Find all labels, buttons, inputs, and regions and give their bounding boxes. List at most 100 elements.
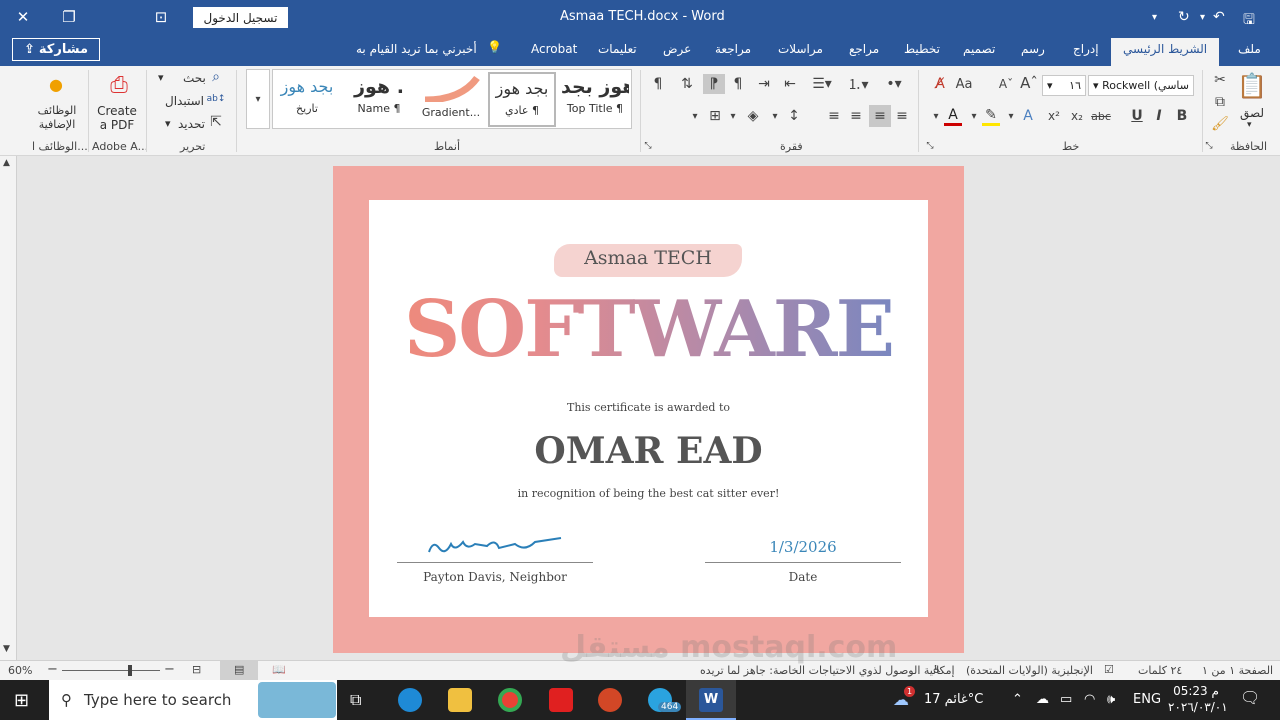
format-painter-icon[interactable]: 🖌	[1211, 116, 1229, 132]
print-layout-view-button[interactable]: ▤	[220, 661, 258, 680]
scroll-up-icon[interactable]: ▲	[3, 158, 10, 168]
zoom-in-icon[interactable]: −	[164, 662, 175, 677]
edge-icon[interactable]	[398, 688, 422, 712]
input-language[interactable]: ENG	[1133, 692, 1161, 707]
find-dropdown-icon[interactable]: ▾	[158, 71, 164, 84]
wifi-icon[interactable]: ◠	[1084, 692, 1095, 707]
highlight-icon[interactable]: ✎	[982, 106, 1000, 126]
qat-customize-icon[interactable]: ▾	[1152, 12, 1157, 23]
tab-design[interactable]: تصميم	[963, 42, 995, 56]
clock[interactable]: م 05:23 ٢٠٢٦/٠٣/٠١	[1168, 683, 1228, 715]
awarded-text[interactable]: This certificate is awarded to	[369, 401, 928, 414]
tab-acrobat[interactable]: Acrobat	[531, 42, 577, 56]
focus-mode-icon[interactable]: ⊟	[192, 663, 201, 676]
signin-button[interactable]: تسجيل الدخول	[193, 7, 288, 28]
strikethrough-icon[interactable]: abc	[1090, 108, 1112, 124]
date-label[interactable]: Date	[705, 570, 901, 584]
style-top-title[interactable]: هوز بجد Top Title ¶	[561, 72, 629, 127]
borders-dropdown-icon[interactable]: ▾	[688, 108, 702, 124]
style-date[interactable]: بجد هوز تاريخ	[273, 72, 341, 127]
save-icon[interactable]: 🖫	[1243, 9, 1255, 33]
volume-icon[interactable]: 🕪	[1107, 692, 1115, 707]
pilcrow-icon[interactable]: ¶	[650, 76, 666, 92]
zoom-percent[interactable]: 60%	[8, 664, 32, 677]
addins-button[interactable]: الوظائف الإضافية	[28, 104, 86, 132]
zoom-slider-thumb[interactable]	[128, 665, 132, 676]
subscript-icon[interactable]: x₂	[1068, 108, 1086, 124]
justify-icon[interactable]: ≡	[825, 108, 843, 124]
tab-help[interactable]: تعليمات	[598, 42, 637, 56]
numbering-icon[interactable]: ⒈▾	[843, 76, 873, 93]
tell-me-box[interactable]: أخبرني بما تريد القيام به	[356, 42, 477, 56]
style-name-style[interactable]: هوز . Name ¶	[345, 72, 413, 127]
decrease-indent-icon[interactable]: ⇤	[781, 76, 799, 92]
align-center-icon[interactable]: ≡	[869, 105, 891, 127]
shading-icon[interactable]: ◈	[744, 108, 762, 124]
align-right-icon[interactable]: ≡	[893, 108, 911, 124]
read-mode-icon[interactable]: 📖	[272, 663, 286, 676]
paste-button[interactable]: لصق	[1240, 106, 1264, 120]
proofing-icon[interactable]: ☑	[1104, 663, 1114, 676]
paste-dropdown-icon[interactable]: ▾	[1247, 120, 1252, 130]
italic-icon[interactable]: I	[1150, 108, 1168, 124]
scroll-down-icon[interactable]: ▼	[3, 644, 10, 654]
word-taskbar-button[interactable]: W	[686, 680, 736, 720]
powerpoint-icon[interactable]	[598, 688, 622, 712]
font-name-select[interactable]: ▾ Rockwell (ساسي	[1088, 75, 1194, 96]
restore-icon[interactable]: ❐	[46, 0, 92, 34]
tab-layout[interactable]: تخطيط	[904, 42, 940, 56]
acrobat-pdf-icon[interactable]: ⎙	[106, 70, 132, 100]
clear-formatting-icon[interactable]: A̸	[931, 76, 949, 92]
find-button[interactable]: بحث	[183, 71, 206, 85]
font-launcher-icon[interactable]: ⤡	[1204, 140, 1214, 152]
undo-icon[interactable]: ↶	[1213, 9, 1225, 25]
select-dropdown-icon[interactable]: ▾	[165, 117, 171, 130]
ltr-direction-icon[interactable]: ⁋	[703, 74, 725, 94]
tray-expand-icon[interactable]: ⌃	[1012, 692, 1023, 707]
zoom-slider[interactable]	[62, 670, 160, 671]
grow-font-icon[interactable]: Aˆ	[1020, 74, 1038, 92]
copy-icon[interactable]: ⧉	[1212, 94, 1228, 110]
ribbon-display-icon[interactable]: ⊡	[138, 0, 184, 34]
styles-more-icon[interactable]: ▾	[246, 69, 270, 129]
style-normal[interactable]: بجد هوز عادي ¶	[488, 72, 556, 127]
paragraph-launcher-icon[interactable]: ⤡	[643, 140, 653, 152]
weather-text[interactable]: غائم 17°C	[924, 692, 983, 707]
accessibility-status[interactable]: إمكانية الوصول لذوي الاحتياجات الخاصة: ج…	[700, 664, 955, 677]
recognition-text[interactable]: in recognition of being the best cat sit…	[369, 487, 928, 500]
tab-draw[interactable]: رسم	[1021, 42, 1045, 56]
replace-button[interactable]: استبدال	[165, 94, 204, 108]
chrome-icon[interactable]	[498, 688, 522, 712]
paste-icon[interactable]: 📋	[1236, 70, 1268, 102]
tab-mailings[interactable]: مراسلات	[778, 42, 823, 56]
share-button[interactable]: ⇪ مشاركة	[12, 38, 100, 61]
signer-name[interactable]: Payton Davis, Neighbor	[397, 570, 593, 584]
vertical-scrollbar[interactable]: ▲ ▼	[0, 156, 17, 660]
onedrive-icon[interactable]: ☁	[1036, 692, 1049, 707]
text-effects-dropdown-icon[interactable]: ▾	[1005, 108, 1017, 124]
windows-start-icon[interactable]: ⊞	[14, 690, 29, 711]
date-value[interactable]: 1/3/2026	[705, 538, 901, 556]
zoom-out-icon[interactable]: −	[47, 662, 58, 677]
bold-icon[interactable]: B	[1173, 108, 1191, 124]
cut-icon[interactable]: ✂	[1212, 72, 1228, 88]
certificate-headline[interactable]: SOFTWARE	[369, 290, 928, 370]
rtl-direction-icon[interactable]: ¶	[729, 76, 747, 92]
style-gradient[interactable]: Gradient...	[417, 72, 485, 127]
page-count[interactable]: الصفحة ١ من ١	[1202, 664, 1273, 677]
tab-view[interactable]: عرض	[663, 42, 691, 56]
tab-insert[interactable]: إدراج	[1073, 42, 1099, 56]
align-left-icon[interactable]: ≡	[847, 108, 865, 124]
battery-icon[interactable]: ▭	[1060, 692, 1072, 707]
create-pdf-button[interactable]: Create a PDF	[94, 104, 140, 132]
word-count[interactable]: ٢٤ كلمات	[1138, 664, 1182, 677]
line-spacing-icon[interactable]: ↕	[785, 108, 803, 124]
tab-review[interactable]: مراجعة	[715, 42, 751, 56]
sort-icon[interactable]: ⇅	[678, 76, 696, 92]
youtube-icon[interactable]	[549, 688, 573, 712]
certificate-page[interactable]: Asmaa TECH SOFTWARE This certificate is …	[333, 166, 964, 653]
shrink-font-icon[interactable]: Aˇ	[998, 76, 1014, 92]
increase-indent-icon[interactable]: ⇥	[755, 76, 773, 92]
highlight-dropdown-icon[interactable]: ▾	[968, 108, 980, 124]
file-explorer-icon[interactable]	[448, 688, 472, 712]
